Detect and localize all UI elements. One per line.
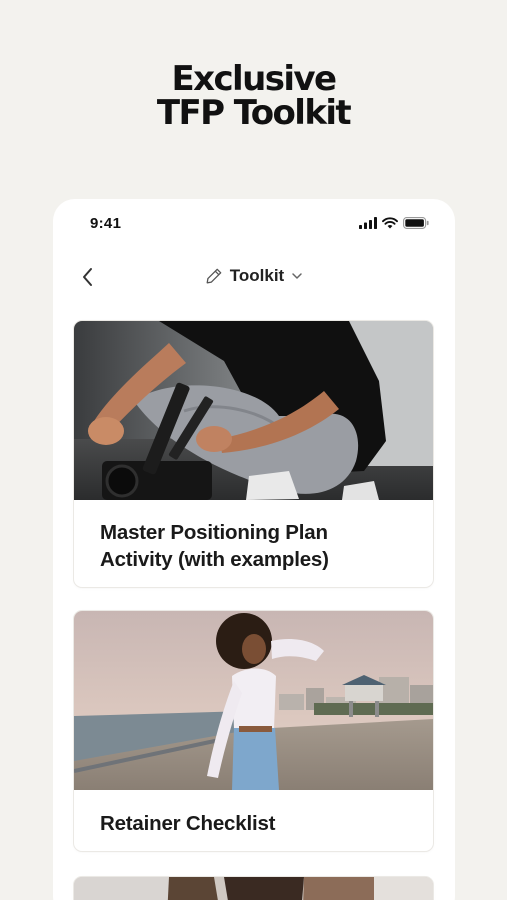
- card-title: Retainer Checklist: [100, 812, 276, 835]
- card-title: Activity (with examples): [100, 548, 329, 571]
- battery-icon: [403, 217, 429, 229]
- wifi-icon: [382, 217, 398, 229]
- status-bar: 9:41: [53, 199, 455, 249]
- card-title: Master Positioning Plan: [100, 521, 328, 544]
- headline-line-1: Exclusive: [171, 59, 337, 99]
- toolkit-card-positioning-plan[interactable]: Master Positioning Plan Activity (with e…: [74, 321, 433, 587]
- card-image-beach-model: [74, 611, 433, 790]
- card-image-third: [74, 877, 433, 900]
- status-time: 9:41: [90, 215, 122, 232]
- pencil-icon: [206, 268, 222, 284]
- card-image-photographer: [74, 321, 433, 500]
- chevron-down-icon: [292, 273, 302, 279]
- headline: Exclusive TFP Toolkit: [0, 62, 507, 130]
- toolkit-card-retainer-checklist[interactable]: Retainer Checklist: [74, 611, 433, 851]
- phone-mockup: 9:41 Toolkit Master Positioning Plan Act…: [53, 199, 455, 900]
- nav-bar: Toolkit: [53, 261, 455, 293]
- status-icons: [359, 217, 429, 229]
- nav-title: Toolkit: [229, 266, 285, 285]
- headline-line-2: TFP Toolkit: [156, 93, 352, 133]
- cellular-signal-icon: [359, 217, 377, 229]
- toolkit-card-third[interactable]: [74, 877, 433, 900]
- toolkit-dropdown[interactable]: Toolkit: [53, 266, 455, 286]
